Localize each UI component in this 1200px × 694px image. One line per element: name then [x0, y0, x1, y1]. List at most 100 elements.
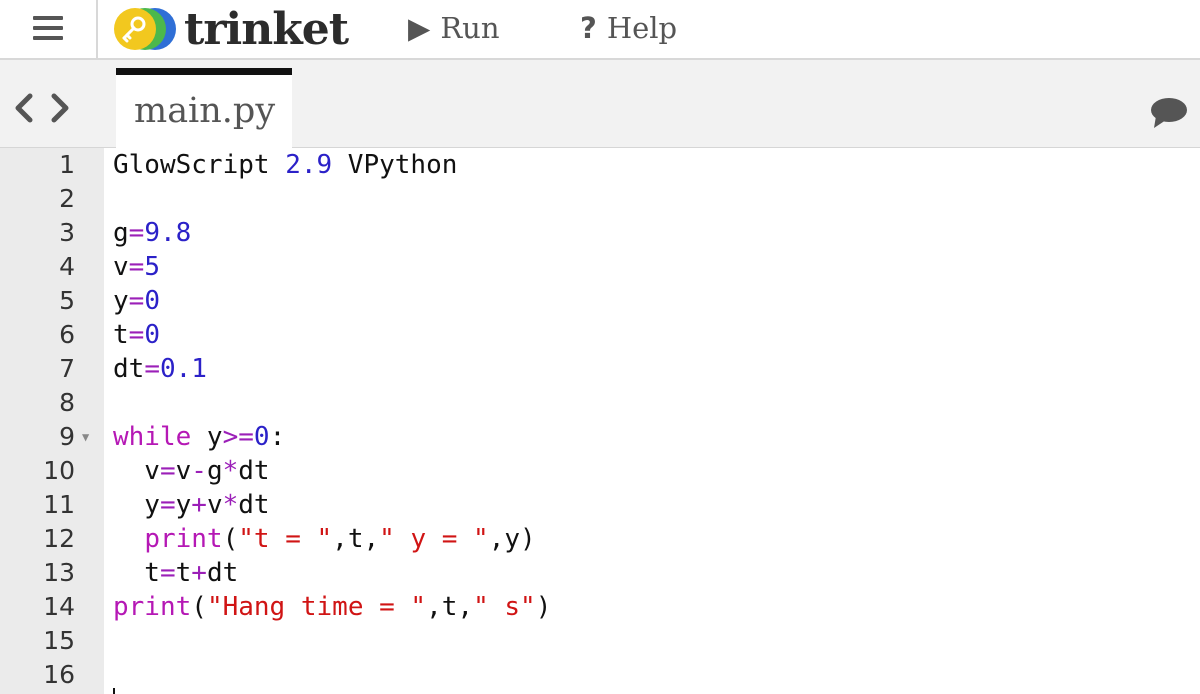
code-text: y=0 — [113, 284, 160, 318]
line-number: 7 — [59, 354, 75, 383]
menu-button[interactable] — [0, 0, 98, 58]
line-number: 3 — [59, 218, 75, 247]
line-number: 4 — [59, 252, 75, 281]
code-token: " s" — [473, 592, 536, 622]
code-token: "t = " — [238, 524, 333, 554]
text-cursor — [113, 688, 115, 694]
line-number: 5 — [59, 286, 75, 315]
line-number: 10 — [43, 456, 75, 485]
code-token: ( — [222, 524, 239, 554]
code-token: ,y) — [488, 524, 536, 554]
code-token: + — [191, 490, 207, 520]
chevron-left-icon[interactable] — [8, 88, 38, 128]
line-number: 14 — [43, 592, 75, 621]
code-line[interactable]: 3 g=9.8 — [0, 216, 1200, 250]
line-number: 15 — [43, 626, 75, 655]
code-line[interactable]: 12 print("t = ",t," y = ",y) — [0, 522, 1200, 556]
code-token: g — [113, 218, 129, 248]
code-token: v — [113, 252, 129, 282]
code-token: v — [113, 456, 160, 486]
code-token: = — [159, 456, 176, 486]
code-line[interactable]: 16 — [0, 658, 1200, 692]
code-token: y — [175, 490, 192, 520]
code-line[interactable]: 14 print("Hang time = ",t," s") — [0, 590, 1200, 624]
code-line[interactable]: 10 v=v-g*dt — [0, 454, 1200, 488]
code-text: dt=0.1 — [113, 352, 207, 386]
code-token: dt — [238, 490, 270, 520]
code-token: dt — [238, 456, 270, 486]
logo-text: trinket — [184, 3, 349, 55]
code-line[interactable]: 15 — [0, 624, 1200, 658]
code-token: v — [175, 456, 192, 486]
code-token: VPython — [332, 150, 458, 180]
code-token: while — [113, 422, 192, 452]
trinket-logo[interactable]: trinket — [112, 3, 349, 55]
key-logo-icon — [114, 8, 176, 50]
code-line[interactable]: 5 y=0 — [0, 284, 1200, 318]
code-token: >= — [222, 422, 254, 452]
help-button[interactable]: ? Help — [580, 8, 677, 48]
line-number: 13 — [43, 558, 75, 587]
line-number: 6 — [59, 320, 75, 349]
code-token: y — [113, 286, 129, 316]
tab-main-py[interactable]: main.py — [116, 68, 292, 148]
code-text: v=5 — [113, 250, 160, 284]
help-label: Help — [606, 11, 678, 45]
code-text: v=v-g*dt — [113, 454, 270, 488]
line-number: 9 — [59, 422, 75, 451]
comment-icon[interactable] — [1150, 96, 1188, 130]
code-token: t — [175, 558, 192, 588]
code-token: 0 — [144, 286, 160, 316]
code-token: ,t, — [332, 524, 380, 554]
code-token: 5 — [144, 252, 160, 282]
code-token: dt — [206, 558, 239, 588]
code-token: 2.9 — [285, 150, 333, 180]
fold-arrow-icon[interactable]: ▼ — [82, 420, 96, 454]
code-text: GlowScript 2.9 VPython — [113, 148, 457, 182]
code-token: * — [222, 456, 239, 486]
code-line[interactable]: 6 t=0 — [0, 318, 1200, 352]
code-line[interactable]: 2 — [0, 182, 1200, 216]
code-token: ) — [535, 592, 552, 622]
play-icon: ▶ — [408, 11, 431, 45]
code-line[interactable]: 7 dt=0.1 — [0, 352, 1200, 386]
code-line[interactable]: 9 ▼ while y>=0: — [0, 420, 1200, 454]
code-text: print("t = ",t," y = ",y) — [113, 522, 536, 556]
code-token: 0.1 — [159, 354, 207, 384]
code-text: t=t+dt — [113, 556, 238, 590]
code-text: print("Hang time = ",t," s") — [113, 590, 551, 624]
code-token: " y = " — [379, 524, 489, 554]
code-line[interactable]: 8 — [0, 386, 1200, 420]
code-token: = — [159, 558, 176, 588]
code-token: dt — [113, 354, 145, 384]
code-line[interactable]: 13 t=t+dt — [0, 556, 1200, 590]
code-token: v — [206, 490, 223, 520]
code-token: "Hang time = " — [206, 592, 427, 622]
line-number: 1 — [59, 150, 75, 179]
line-number: 8 — [59, 388, 75, 417]
run-button[interactable]: ▶ Run — [408, 8, 500, 48]
file-tab-bar: main.py — [0, 60, 1200, 148]
line-number: 11 — [43, 490, 75, 519]
code-token: - — [191, 456, 207, 486]
code-token: = — [144, 354, 160, 384]
code-token: t — [113, 558, 160, 588]
code-line[interactable]: 1 GlowScript 2.9 VPython — [0, 148, 1200, 182]
run-label: Run — [440, 11, 500, 45]
code-token: t — [113, 320, 129, 350]
code-text: y=y+v*dt — [113, 488, 270, 522]
code-token: y — [113, 490, 160, 520]
code-token: ,t, — [426, 592, 474, 622]
code-lines: 1 GlowScript 2.9 VPython 2 3 g=9.8 4 v=5 5 y=0 6 t… — [0, 148, 1200, 692]
code-token: 0 — [144, 320, 160, 350]
code-line[interactable]: 4 v=5 — [0, 250, 1200, 284]
code-token: print — [113, 592, 192, 622]
tab-label: main.py — [134, 91, 276, 131]
code-line[interactable]: 11 y=y+v*dt — [0, 488, 1200, 522]
code-token: 0 — [253, 422, 270, 452]
chevron-right-icon[interactable] — [46, 88, 76, 128]
line-number: 12 — [43, 524, 75, 553]
code-token: = — [128, 320, 145, 350]
code-editor[interactable]: 1 GlowScript 2.9 VPython 2 3 g=9.8 4 v=5 5 y=0 6 t… — [0, 148, 1200, 694]
